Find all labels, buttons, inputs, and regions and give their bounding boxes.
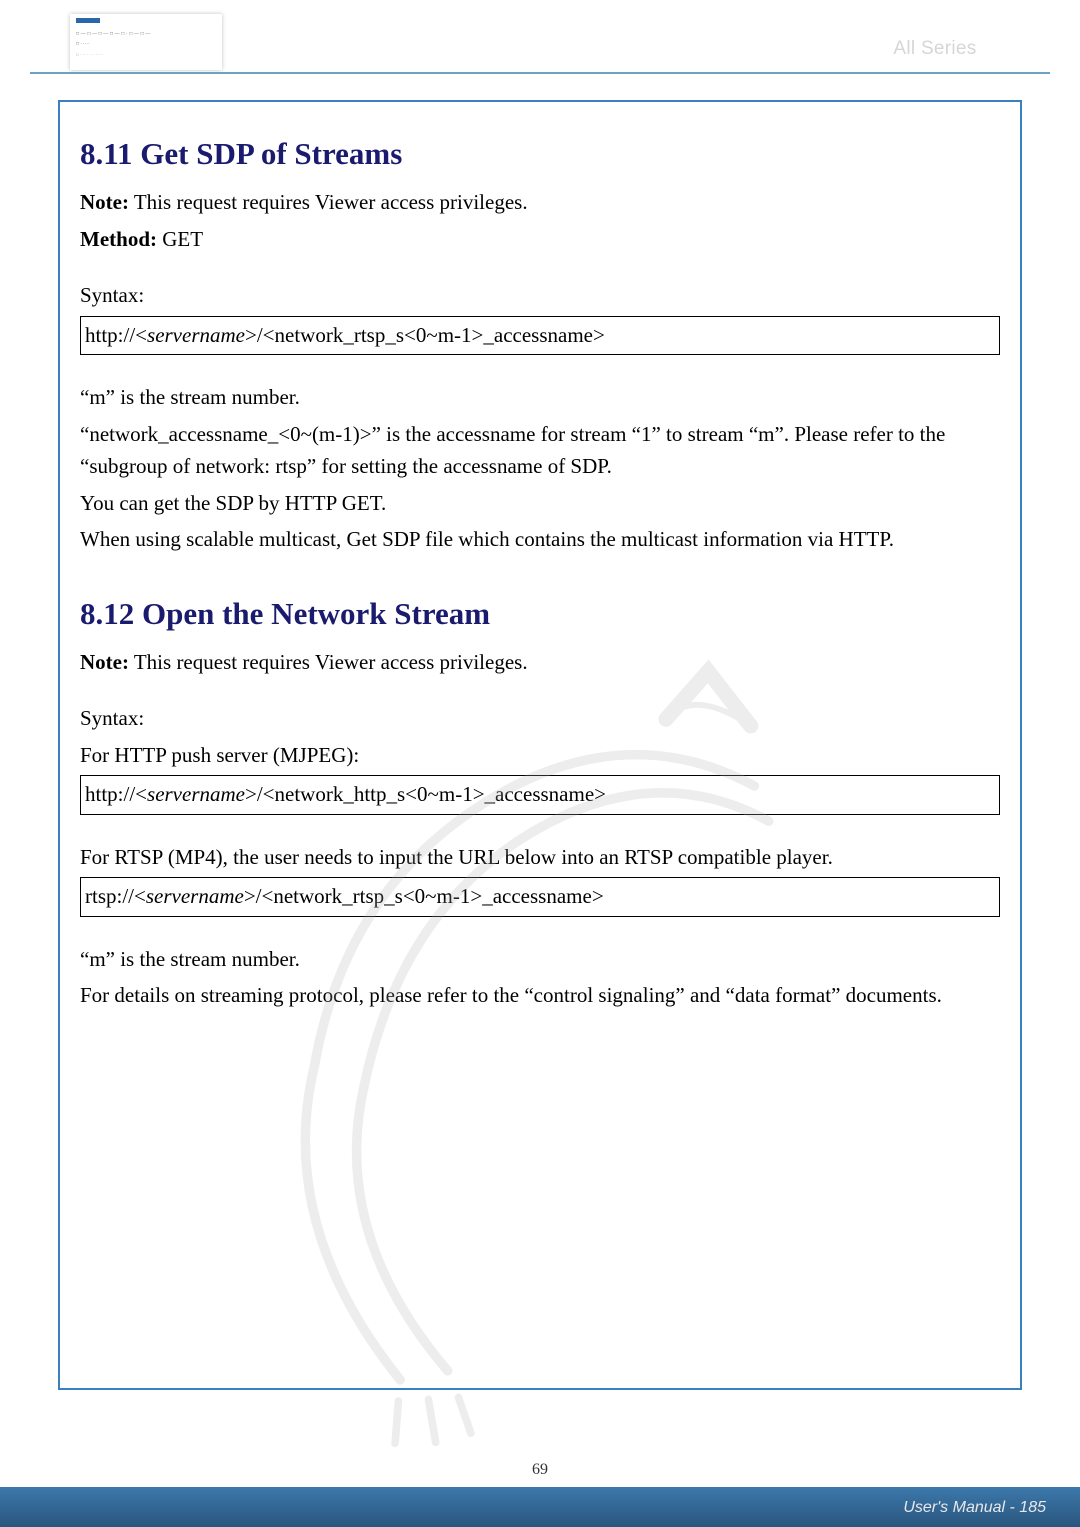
cmd-servername: servername [147,323,245,347]
section-812-desc-1: “m” is the stream number. [80,943,1000,976]
section-812-http-box: http://<servername>/<network_http_s<0~m-… [80,775,1000,814]
header-doc-series: All Series [893,38,976,59]
cmd-pre: http://< [85,323,147,347]
section-811-syntax-box: http://<servername>/<network_rtsp_s<0~m-… [80,316,1000,355]
section-811-note: Note: This request requires Viewer acces… [80,186,1000,219]
page-thumbnail: □ — □ — □ — □ — □ · □ — □ — □ ····· □ ··… [70,14,222,70]
header-brand: VIVOTEK [632,16,1046,38]
cmd-post-rtsp: >/<network_rtsp_s<0~m-1>_accessname> [244,884,604,908]
cmd-pre-rtsp: rtsp://< [85,884,146,908]
section-812-http-cmd: http://<servername>/<network_http_s<0~m-… [81,776,1000,814]
section-812-rtsp-cmd: rtsp://<servername>/<network_rtsp_s<0~m-… [81,878,1000,916]
header-text-block: VIVOTEK URL Command Document for All Ser… [632,16,1046,60]
note-text-812: This request requires Viewer access priv… [129,650,528,674]
cmd-servername-rtsp: servername [146,884,244,908]
note-label: Note: [80,190,129,214]
section-811-title: 8.11 Get SDP of Streams [80,136,1000,172]
cmd-post: >/<network_rtsp_s<0~m-1>_accessname> [245,323,605,347]
section-811-desc-4: When using scalable multicast, Get SDP f… [80,523,1000,556]
note-label-812: Note: [80,650,129,674]
section-812-rtsp-box: rtsp://<servername>/<network_rtsp_s<0~m-… [80,877,1000,916]
method-value: GET [157,227,203,251]
section-811-syntax-label: Syntax: [80,279,1000,312]
section-812-http-label: For HTTP push server (MJPEG): [80,739,1000,772]
cmd-servername-http: servername [147,782,245,806]
page: □ — □ — □ — □ — □ · □ — □ — □ ····· □ ··… [0,0,1080,1527]
cmd-pre-http: http://< [85,782,147,806]
section-812-syntax-label: Syntax: [80,702,1000,735]
section-811-method: Method: GET [80,223,1000,256]
footer-right-text: User's Manual - 185 [903,1499,1046,1517]
cmd-post-http: >/<network_http_s<0~m-1>_accessname> [245,782,606,806]
header-doc-title: URL Command Document for All SeriesFD816… [632,38,1046,60]
content-frame: 8.11 Get SDP of Streams Note: This reque… [58,100,1022,1390]
note-text: This request requires Viewer access priv… [129,190,528,214]
section-811-desc-2: “network_accessname_<0~(m-1)>” is the ac… [80,418,1000,483]
section-812-rtsp-label: For RTSP (MP4), the user needs to input … [80,841,1000,874]
footer: 69 User's Manual - 185 [0,1471,1080,1527]
method-label: Method: [80,227,157,251]
footer-page-number-center: 69 [0,1461,1080,1479]
header-doc-prefix: URL Command Document for [632,38,893,59]
section-811-desc-1: “m” is the stream number. [80,381,1000,414]
header-bar: □ — □ — □ — □ — □ · □ — □ — □ ····· □ ··… [0,0,1080,76]
section-811-desc-3: You can get the SDP by HTTP GET. [80,487,1000,520]
section-812-desc-2: For details on streaming protocol, pleas… [80,979,1000,1012]
section-812-note: Note: This request requires Viewer acces… [80,646,1000,679]
header-doc-model: FD8164 [977,38,1046,59]
header-rule [30,72,1050,74]
section-812-title: 8.12 Open the Network Stream [80,596,1000,632]
section-811-syntax-cmd: http://<servername>/<network_rtsp_s<0~m-… [81,316,1000,354]
